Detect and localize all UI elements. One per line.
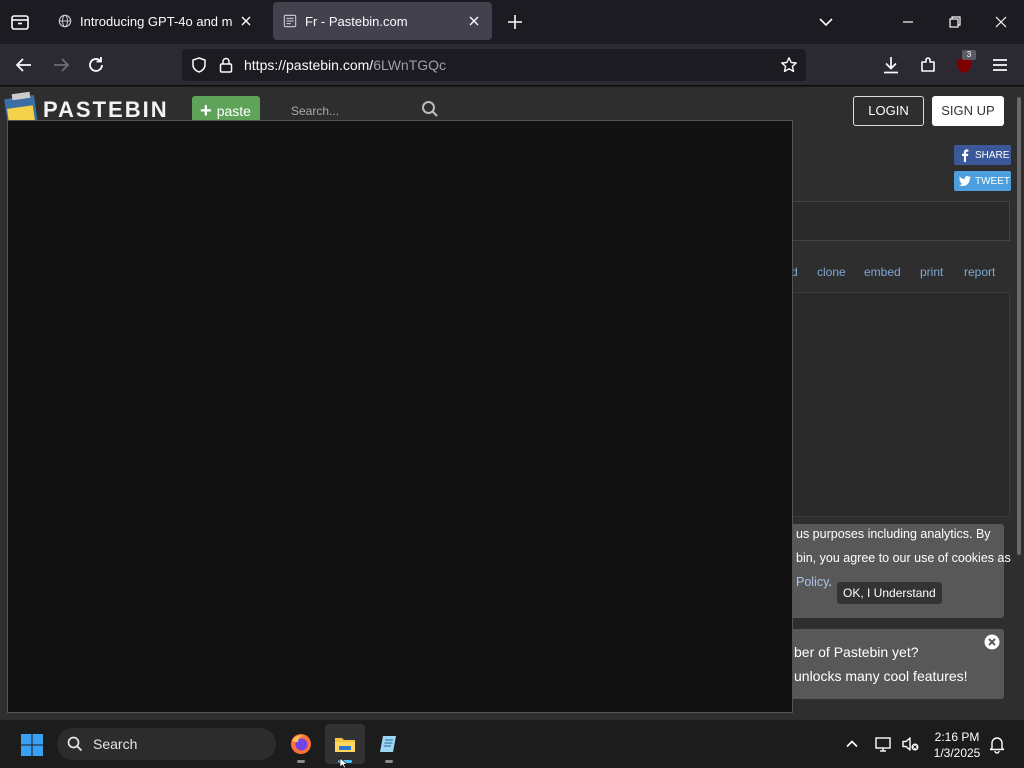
cookie-text-line-1: us purposes including analytics. By <box>796 527 991 541</box>
search-icon[interactable] <box>421 100 439 118</box>
url-host: https://pastebin.com/ <box>244 57 374 73</box>
navigation-toolbar: https://pastebin.com/6LWnTGQc 3 <box>0 44 1024 86</box>
cookie-ok-button[interactable]: OK, I Understand <box>837 582 942 604</box>
close-circle-icon[interactable] <box>984 634 1000 650</box>
windows-start-icon[interactable] <box>20 733 44 757</box>
bookmark-star-icon[interactable] <box>780 56 798 74</box>
menu-hamburger-icon[interactable] <box>989 54 1011 76</box>
running-indicator <box>297 760 305 763</box>
signup-button[interactable]: SIGN UP <box>932 96 1004 126</box>
search-icon <box>67 736 83 752</box>
member-text-line-2: unlocks many cool features! <box>794 668 968 684</box>
paste-info-panel <box>792 201 1010 241</box>
twitter-bird-icon <box>958 176 971 186</box>
url-bar[interactable]: https://pastebin.com/6LWnTGQc <box>182 49 806 81</box>
mouse-cursor-icon <box>339 758 349 768</box>
reload-icon[interactable] <box>85 54 107 76</box>
taskbar-notepad[interactable] <box>369 724 409 764</box>
close-window-icon[interactable] <box>991 12 1011 32</box>
scrollbar-thumb[interactable] <box>1017 97 1021 555</box>
facebook-share-button[interactable]: SHARE <box>954 145 1011 165</box>
lock-icon[interactable] <box>218 56 234 74</box>
paste-action-embed[interactable]: embed <box>864 265 901 279</box>
firefox-icon <box>291 734 311 754</box>
taskbar-firefox[interactable] <box>281 724 321 764</box>
new-tab-icon[interactable] <box>505 12 525 32</box>
paste-action-report[interactable]: report <box>964 265 995 279</box>
notepad-icon <box>380 736 396 752</box>
clock-date: 1/3/2025 <box>933 746 981 760</box>
url-text[interactable]: https://pastebin.com/6LWnTGQc <box>244 57 446 73</box>
cookie-policy-link[interactable]: Policy <box>796 575 828 589</box>
member-text-line-1: ber of Pastebin yet? <box>794 644 919 660</box>
clock-time: 2:16 PM <box>934 730 980 744</box>
page-scrollbar[interactable] <box>1014 87 1024 720</box>
extensions-puzzle-icon[interactable] <box>917 54 939 76</box>
chevron-down-icon[interactable] <box>816 12 836 32</box>
tab-pastebin[interactable]: Fr - Pastebin.com <box>273 2 492 40</box>
plus-icon: + <box>200 100 212 122</box>
url-path: 6LWnTGQc <box>373 57 447 73</box>
close-tab-icon[interactable] <box>238 13 254 29</box>
taskbar: Search 2:16 PM 1/3/2025 <box>0 720 1024 768</box>
tab-gpt4o[interactable]: Introducing GPT-4o and more t <box>48 2 264 40</box>
site-search-input[interactable]: Search... <box>291 104 339 118</box>
restore-icon[interactable] <box>945 12 965 32</box>
paste-action-print[interactable]: print <box>920 265 943 279</box>
notification-bell-icon[interactable] <box>987 734 1007 754</box>
facebook-icon <box>962 149 969 162</box>
file-explorer-icon <box>335 738 355 752</box>
twitter-tweet-button[interactable]: TWEET <box>954 171 1011 191</box>
tab-title: Fr - Pastebin.com <box>305 13 408 29</box>
share-label: SHARE <box>975 149 1010 161</box>
login-button[interactable]: LOGIN <box>853 96 924 126</box>
pastebin-favicon-icon <box>283 14 297 28</box>
signup-prompt-banner: ber of Pastebin yet? unlocks many cool f… <box>792 629 1004 699</box>
paste-button-label: paste <box>216 103 251 119</box>
network-icon[interactable] <box>874 734 894 754</box>
taskbar-search-box[interactable]: Search <box>57 728 276 760</box>
chevron-up-icon[interactable] <box>842 734 862 754</box>
system-clock[interactable]: 2:16 PM 1/3/2025 <box>928 729 986 761</box>
downloads-icon[interactable] <box>880 54 902 76</box>
cookie-consent-banner: us purposes including analytics. By bin,… <box>792 524 1011 618</box>
running-indicator <box>385 760 393 763</box>
paste-action-clone[interactable]: clone <box>817 265 846 279</box>
shield-icon[interactable] <box>190 56 208 74</box>
back-arrow-icon[interactable] <box>13 54 35 76</box>
globe-icon <box>58 14 72 28</box>
speaker-muted-icon[interactable] <box>900 734 920 754</box>
cookie-period: . <box>828 575 832 589</box>
tab-list-icon[interactable] <box>8 10 32 34</box>
screen: Introducing GPT-4o and more t Fr - Paste… <box>0 0 1024 768</box>
forward-arrow-icon[interactable] <box>50 54 72 76</box>
paste-code-area <box>792 292 1010 517</box>
cookie-text-line-3: Policy. <box>796 575 832 589</box>
cookie-text-line-2: bin, you agree to our use of cookies as <box>796 551 1011 565</box>
tweet-label: TWEET <box>975 175 1010 187</box>
taskbar-search-label: Search <box>93 736 138 752</box>
extension-badge: 3 <box>962 50 976 60</box>
close-tab-icon[interactable] <box>466 13 482 29</box>
blank-overlay-window[interactable] <box>7 120 793 713</box>
tab-title: Introducing GPT-4o and more t <box>80 13 232 29</box>
minimize-icon[interactable] <box>898 12 918 32</box>
browser-tab-strip: Introducing GPT-4o and more t Fr - Paste… <box>0 0 1024 44</box>
